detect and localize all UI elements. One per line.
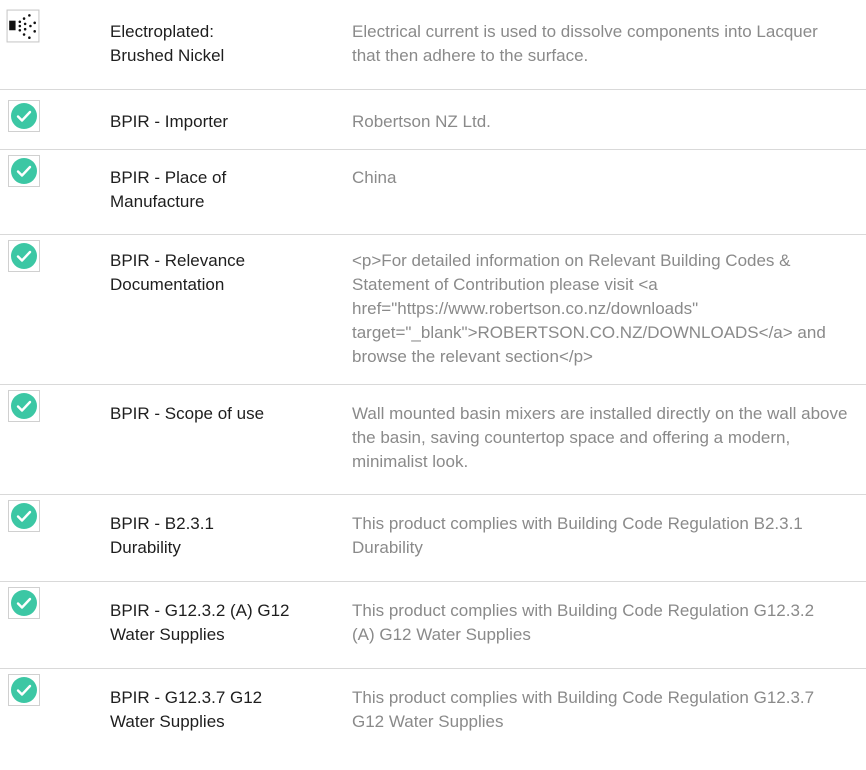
spec-label: BPIR - Place of Manufacture [110, 168, 227, 211]
product-spec-table: Electroplated: Brushed Nickel Electrical… [0, 0, 866, 760]
spec-row-scope-of-use: BPIR - Scope of use Wall mounted basin m… [0, 385, 866, 495]
check-circle-icon [8, 674, 40, 706]
spec-value: This product complies with Building Code… [352, 688, 815, 731]
check-circle-icon [8, 500, 40, 532]
check-circle-icon [8, 155, 40, 187]
spec-label: BPIR - G12.3.7 G12 Water Supplies [110, 688, 263, 731]
spec-value: This product complies with Building Code… [352, 514, 803, 557]
spec-row-durability: BPIR - B2.3.1 Durability This product co… [0, 495, 866, 582]
spec-label: Electroplated: Brushed Nickel [110, 22, 225, 65]
spec-row-relevance-documentation: BPIR - Relevance Documentation <p>For de… [0, 235, 866, 385]
spray-finish-icon [6, 9, 40, 43]
spec-row-g12-3-2: BPIR - G12.3.2 (A) G12 Water Supplies Th… [0, 582, 866, 669]
spec-label: BPIR - Scope of use [110, 404, 265, 423]
spec-value: China [352, 168, 397, 187]
spec-value: Robertson NZ Ltd. [352, 112, 491, 131]
check-circle-icon [8, 587, 40, 619]
spec-label: BPIR - G12.3.2 (A) G12 Water Supplies [110, 601, 290, 644]
spec-label: BPIR - Relevance Documentation [110, 251, 246, 294]
spec-value: Wall mounted basin mixers are installed … [352, 404, 848, 471]
check-circle-icon [8, 240, 40, 272]
check-circle-icon [8, 100, 40, 132]
check-circle-icon [8, 390, 40, 422]
spec-value: This product complies with Building Code… [352, 601, 815, 644]
spec-row-place-of-manufacture: BPIR - Place of Manufacture China [0, 150, 866, 235]
spec-label: BPIR - B2.3.1 Durability [110, 514, 214, 557]
spec-row-g12-3-7: BPIR - G12.3.7 G12 Water Supplies This p… [0, 669, 866, 760]
spec-value: <p>For detailed information on Relevant … [352, 251, 826, 366]
spec-label: BPIR - Importer [110, 112, 229, 131]
spec-value: Electrical current is used to dissolve c… [352, 22, 818, 65]
spec-row-finish: Electroplated: Brushed Nickel Electrical… [0, 0, 866, 90]
spec-row-importer: BPIR - Importer Robertson NZ Ltd. [0, 90, 866, 150]
